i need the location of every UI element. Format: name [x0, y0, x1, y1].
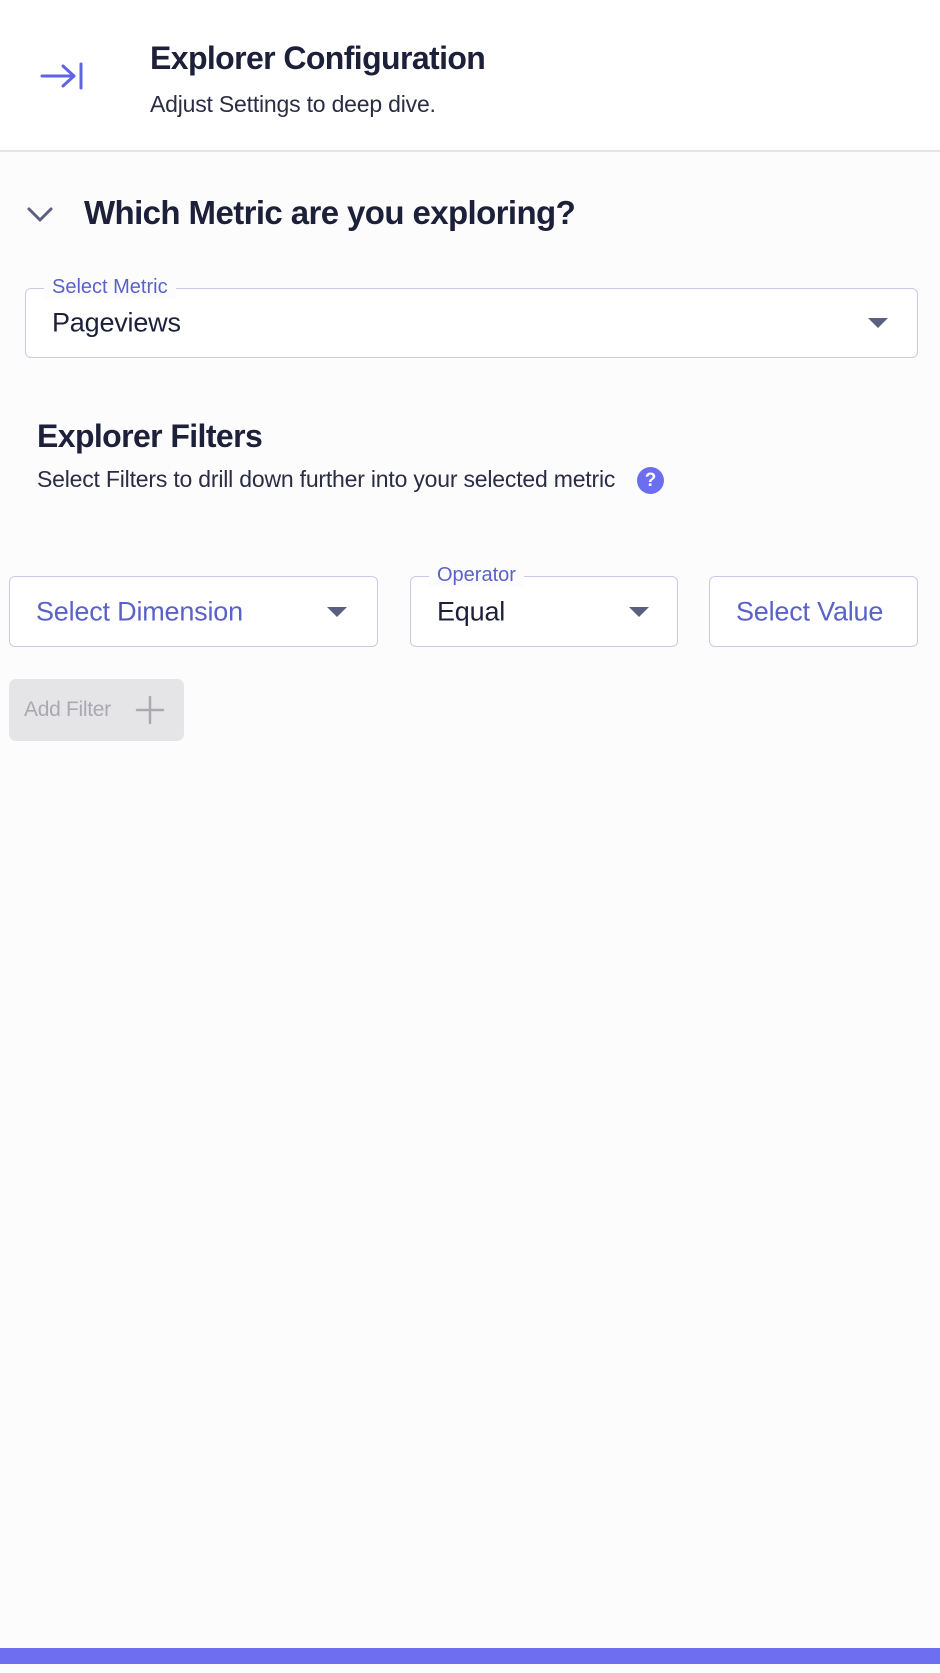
operator-value: Equal: [437, 596, 506, 626]
select-dimension-placeholder: Select Dimension: [36, 596, 243, 626]
question-circle-icon[interactable]: ?: [637, 467, 664, 494]
metric-section-title: Which Metric are you exploring?: [84, 194, 576, 231]
operator-label: Operator: [429, 563, 524, 587]
panel-header: Explorer Configuration Adjust Settings t…: [0, 0, 940, 152]
explorer-configuration-panel: Explorer Configuration Adjust Settings t…: [0, 0, 940, 1673]
filters-description: Select Filters to drill down further int…: [37, 466, 616, 492]
caret-down-icon: [629, 606, 649, 617]
filters-title: Explorer Filters: [37, 418, 263, 454]
operator-dropdown[interactable]: Operator Equal: [410, 563, 678, 647]
page-subtitle: Adjust Settings to deep dive.: [150, 91, 436, 117]
page-title: Explorer Configuration: [150, 40, 486, 76]
select-value-placeholder: Select Value: [736, 596, 884, 626]
chevron-down-icon: [27, 207, 53, 222]
select-metric-dropdown[interactable]: Select Metric Pageviews: [25, 275, 918, 358]
metric-section-toggle[interactable]: [20, 198, 60, 232]
select-dimension-dropdown[interactable]: Select Dimension: [9, 576, 378, 647]
arrow-right-to-bar-icon: [40, 62, 83, 90]
plus-icon: [135, 695, 165, 725]
select-metric-label: Select Metric: [44, 275, 176, 299]
add-filter-label: Add Filter: [24, 698, 111, 721]
add-filter-button[interactable]: Add Filter: [9, 679, 184, 741]
caret-down-icon: [327, 606, 347, 617]
select-metric-value: Pageviews: [52, 307, 181, 338]
select-value-input[interactable]: Select Value: [709, 576, 918, 647]
bottom-accent-bar: [0, 1648, 940, 1664]
collapse-panel-button[interactable]: [30, 48, 94, 104]
caret-down-icon: [868, 318, 888, 328]
